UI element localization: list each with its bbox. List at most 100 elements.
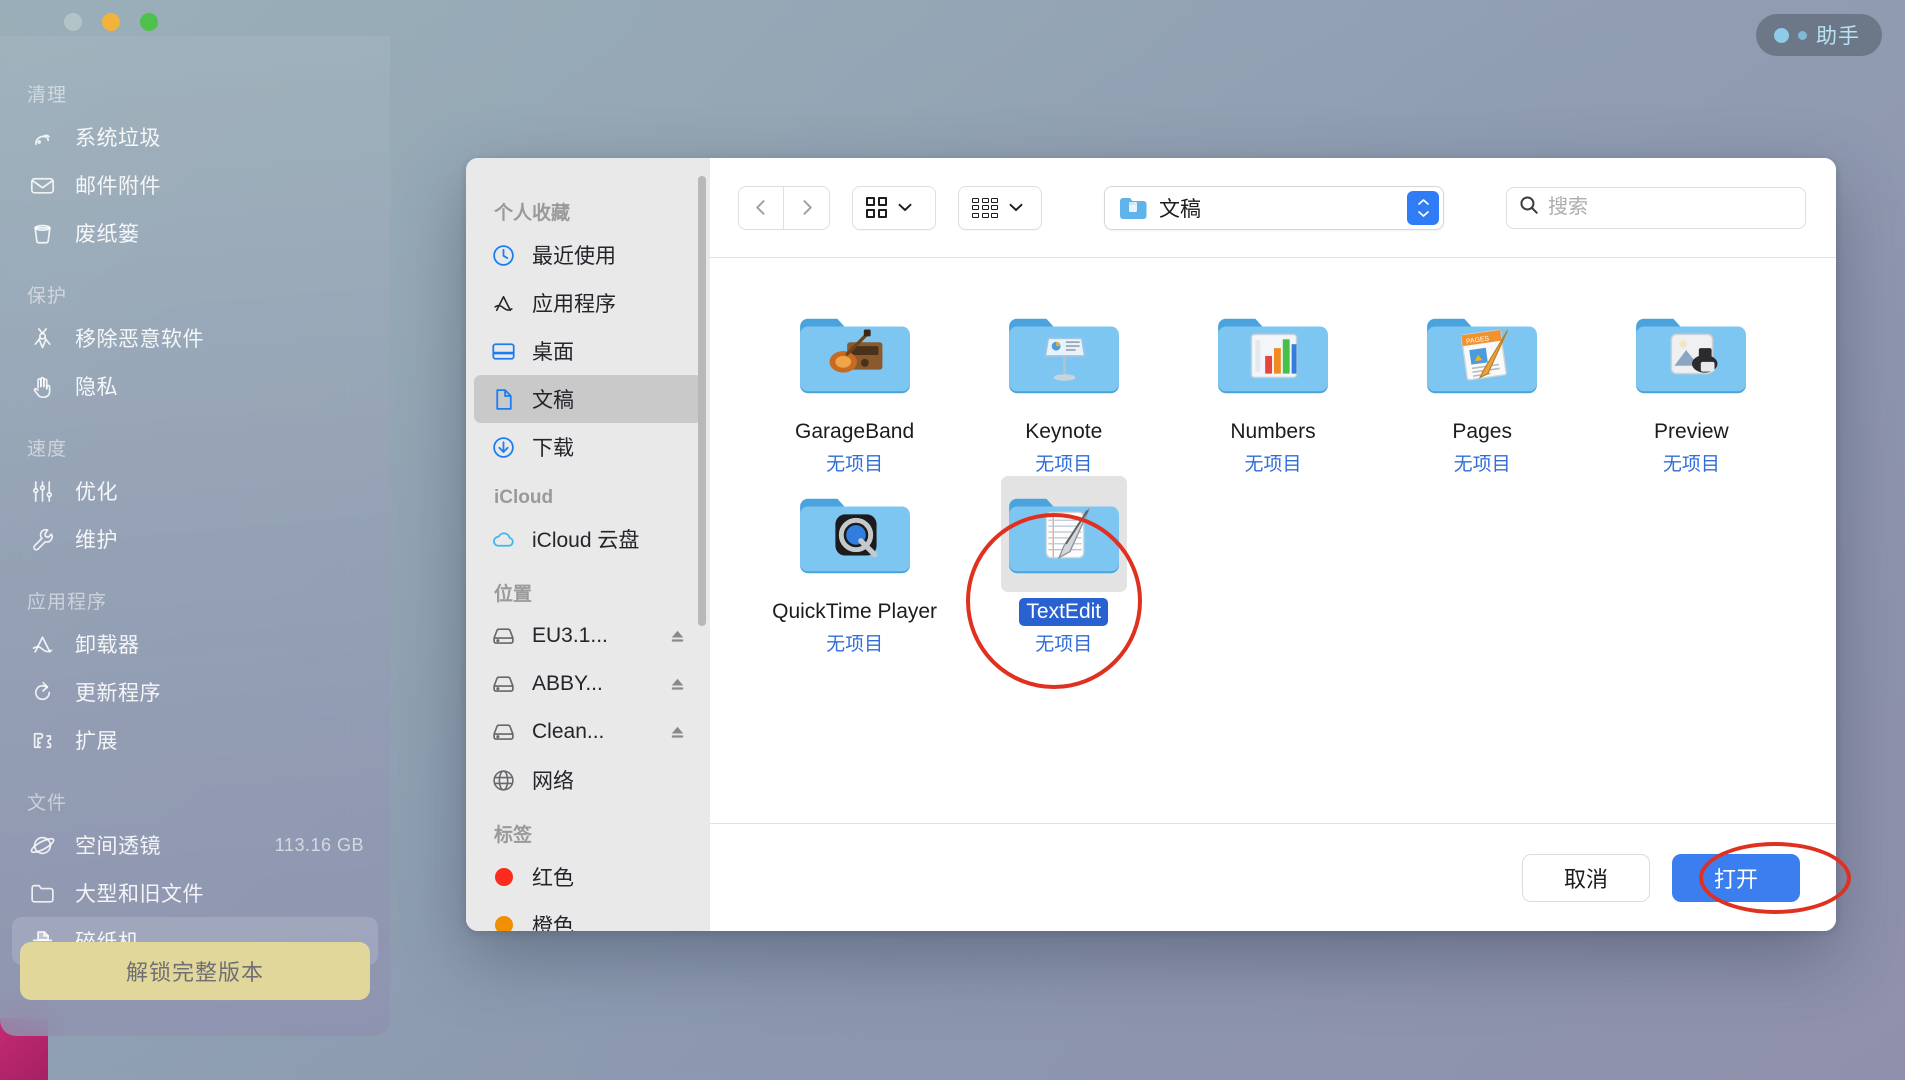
sidebar-item-0[interactable]: 系统垃圾: [12, 113, 378, 161]
finder-sidebar-item-3[interactable]: 文稿: [474, 375, 702, 423]
eject-icon[interactable]: [668, 627, 690, 646]
finder-sidebar-item-1[interactable]: 橙色: [474, 901, 702, 931]
finder-sidebar-item-label: 最近使用: [532, 245, 616, 268]
file-grid: GarageBand 无项目 Keynote 无项目 Numbers 无项目 PA: [710, 258, 1836, 823]
finder-sidebar-item-0[interactable]: 红色: [474, 853, 702, 901]
folder-shape-icon: [1636, 318, 1747, 394]
finder-sidebar-item-0[interactable]: EU3.1...: [474, 612, 702, 660]
open-button[interactable]: 打开: [1672, 853, 1800, 902]
folder-shape-icon: [1008, 498, 1119, 574]
traffic-lights: [64, 13, 158, 31]
finder-sidebar-item-label: 网络: [532, 770, 574, 793]
file-item[interactable]: Numbers 无项目: [1199, 296, 1347, 476]
sidebar-item-0[interactable]: 空间透镜 113.16 GB: [12, 821, 378, 869]
broom-icon: [27, 122, 57, 152]
hand-icon: [27, 371, 57, 401]
view-mode-popup[interactable]: [852, 185, 936, 230]
puzzle-icon: [27, 725, 57, 755]
sidebar-item-label: 邮件附件: [75, 175, 161, 198]
sidebar-scrollbar[interactable]: [698, 176, 706, 626]
trash-icon: [27, 218, 57, 248]
file-subtitle-label: 无项目: [1453, 454, 1511, 475]
file-name-label: QuickTime Player: [772, 600, 938, 623]
search-input[interactable]: [1548, 196, 1793, 219]
sidebar-item-1[interactable]: 邮件附件: [12, 161, 378, 209]
sidebar-group-title: 清理: [27, 85, 68, 106]
finder-sidebar-item-3[interactable]: 网络: [474, 756, 702, 804]
sidebar-group-title: 保护: [27, 286, 68, 307]
refresh-icon: [27, 677, 57, 707]
chevron-right-icon: [803, 200, 812, 215]
eject-icon[interactable]: [668, 723, 690, 742]
finder-toolbar: 文稿: [710, 158, 1836, 258]
sliders-icon: [27, 476, 57, 506]
finder-sidebar-item-1[interactable]: ABBY...: [474, 660, 702, 708]
assistant-button[interactable]: 助手: [1756, 14, 1882, 56]
keynote-folder-icon: [1001, 296, 1127, 412]
search-field[interactable]: [1506, 186, 1806, 229]
maximize-window-button[interactable]: [140, 13, 158, 31]
textedit-folder-icon: [1000, 476, 1127, 592]
sidebar-item-2[interactable]: 扩展: [12, 716, 378, 764]
cancel-button[interactable]: 取消: [1522, 853, 1650, 902]
file-subtitle-label: 无项目: [1244, 454, 1302, 475]
finder-main-pane: 文稿 GarageBand 无项目: [710, 158, 1836, 931]
location-popup-button[interactable]: 文稿: [1104, 185, 1444, 230]
tag-dot-icon: [490, 912, 517, 931]
file-item[interactable]: PAGES Pages 无项目: [1408, 296, 1556, 476]
file-item[interactable]: Preview 无项目: [1617, 296, 1765, 476]
back-button[interactable]: [738, 185, 784, 230]
forward-button[interactable]: [784, 185, 830, 230]
chevron-down-icon: [898, 200, 912, 215]
arrange-popup[interactable]: [958, 185, 1042, 230]
finder-sidebar-group-title: 位置: [494, 584, 533, 605]
finder-sidebar-item-label: 橙色: [532, 915, 574, 931]
file-item[interactable]: QuickTime Player 无项目: [772, 476, 937, 656]
file-subtitle-label: 无项目: [1662, 454, 1720, 475]
sidebar-item-1[interactable]: 隐私: [12, 362, 378, 410]
finder-sidebar-item-1[interactable]: 应用程序: [474, 279, 702, 327]
group-view-icon: [972, 197, 998, 218]
tag-dot-icon: [490, 864, 517, 891]
finder-sidebar-item-0[interactable]: iCloud 云盘: [474, 515, 702, 563]
search-icon: [1519, 195, 1539, 220]
finder-sidebar-item-0[interactable]: 最近使用: [474, 231, 702, 279]
sidebar-group-title: 文件: [27, 793, 68, 814]
biohazard-icon: [27, 323, 57, 353]
finder-sidebar-item-2[interactable]: Clean...: [474, 708, 702, 756]
document-icon: [490, 386, 517, 413]
file-item[interactable]: GarageBand 无项目: [781, 296, 929, 476]
sidebar-group-title: 速度: [27, 439, 68, 460]
finder-sidebar-item-2[interactable]: 桌面: [474, 327, 702, 375]
sidebar-group-title: 应用程序: [27, 592, 108, 613]
unlock-full-version-button[interactable]: 解锁完整版本: [20, 942, 370, 1000]
assistant-dot-small-icon: [1798, 30, 1807, 40]
close-window-button[interactable]: [64, 13, 82, 31]
finder-sidebar-item-4[interactable]: 下载: [474, 423, 702, 471]
sidebar-item-0[interactable]: 移除恶意软件: [12, 314, 378, 362]
sidebar-item-1[interactable]: 大型和旧文件: [12, 869, 378, 917]
sidebar-item-2[interactable]: 废纸篓: [12, 209, 378, 257]
sidebar-item-0[interactable]: 优化: [12, 467, 378, 515]
finder-sidebar-item-label: 桌面: [532, 341, 574, 364]
file-item[interactable]: Keynote 无项目: [990, 296, 1138, 476]
location-stepper-icon[interactable]: [1407, 190, 1439, 225]
file-item[interactable]: TextEdit 无项目: [990, 476, 1138, 656]
drive-icon: [490, 719, 517, 746]
finder-sidebar-group-title: iCloud: [494, 487, 554, 508]
sidebar-item-label: 扩展: [75, 730, 118, 753]
finder-sidebar: 个人收藏最近使用应用程序桌面文稿 下载 iCloud iCloud 云盘位置 EU3.1…: [466, 158, 710, 931]
chevron-left-icon: [755, 200, 765, 215]
sidebar-item-0[interactable]: 卸载器: [12, 620, 378, 668]
sidebar-item-1[interactable]: 更新程序: [12, 668, 378, 716]
sidebar-item-label: 系统垃圾: [75, 127, 161, 150]
download-icon: [490, 434, 517, 461]
finder-sidebar-group-title: 个人收藏: [494, 203, 571, 224]
grid-view-icon: [866, 197, 887, 218]
sidebar-item-label: 维护: [75, 529, 118, 552]
minimize-window-button[interactable]: [102, 13, 120, 31]
appstore-icon: [27, 629, 57, 659]
folder-shape-icon: [1008, 318, 1119, 394]
sidebar-item-1[interactable]: 维护: [12, 515, 378, 563]
eject-icon[interactable]: [668, 675, 690, 694]
